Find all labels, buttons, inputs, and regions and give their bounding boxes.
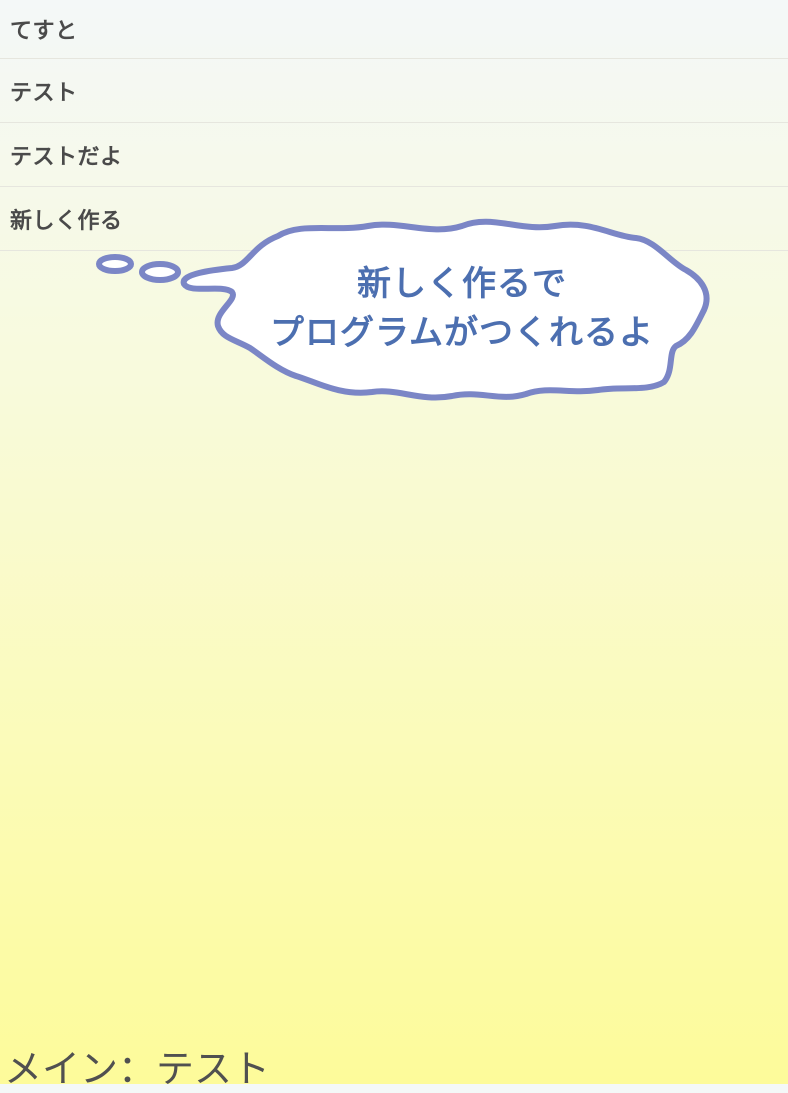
tooltip-line-2: プログラムがつくれるよ — [270, 313, 654, 353]
thought-dot-small — [96, 254, 134, 274]
tooltip-line-1: 新しく作るで — [357, 264, 567, 304]
thought-dot-medium — [139, 261, 181, 283]
thought-bubble — [96, 218, 710, 401]
status-text: メイン：テスト — [4, 1047, 271, 1091]
